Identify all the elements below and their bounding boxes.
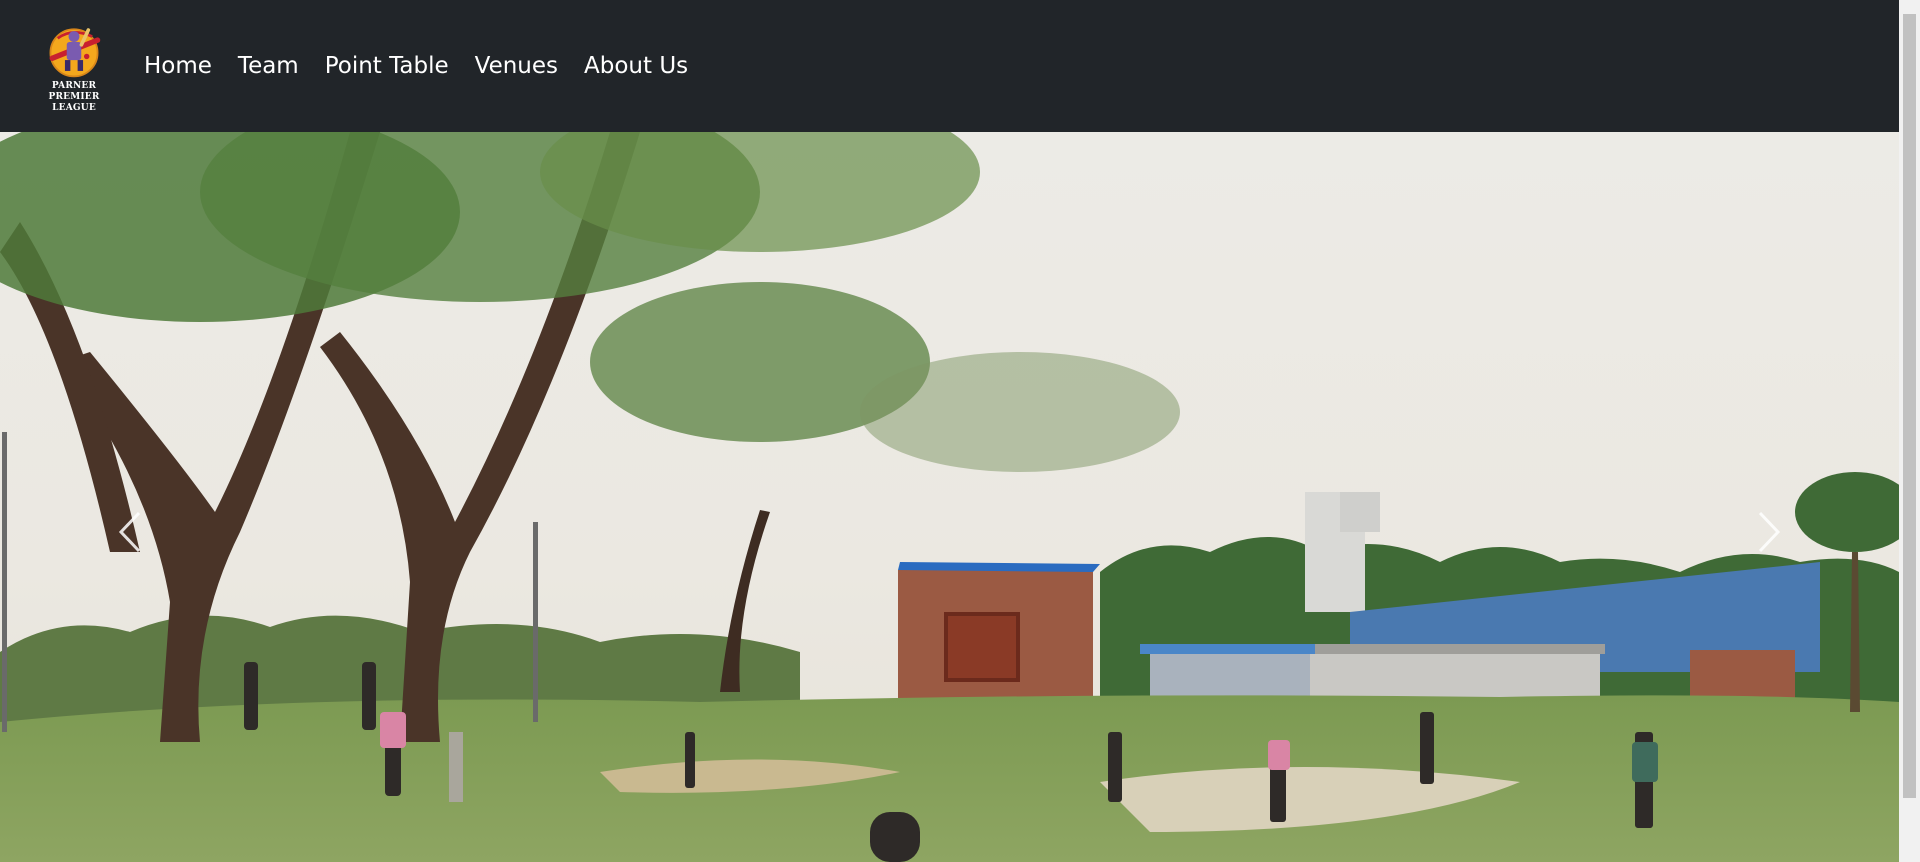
scrollbar-thumb[interactable] (1903, 14, 1916, 798)
nav-links: Home Team Point Table Venues About Us (131, 0, 701, 132)
brand-name-line1: PARNER PREMIER (48, 81, 100, 102)
nav-link-home[interactable]: Home (131, 53, 225, 79)
cricket-batsman-logo-icon (49, 28, 101, 78)
carousel-prev-button[interactable] (0, 382, 260, 682)
page: PARNER PREMIER LEAGUE Home Team Point Ta… (0, 0, 1920, 862)
hero-carousel (0, 132, 1899, 862)
carousel-next-button[interactable] (1639, 382, 1899, 682)
children-playing-cricket-photo (0, 132, 1899, 862)
nav-link-about-us[interactable]: About Us (571, 53, 701, 79)
nav-link-point-table[interactable]: Point Table (312, 53, 462, 79)
nav-link-venues[interactable]: Venues (462, 53, 571, 79)
brand-name-line2: LEAGUE (52, 103, 96, 113)
nav-link-team[interactable]: Team (225, 53, 312, 79)
chevron-right-icon (1758, 511, 1781, 553)
navbar: PARNER PREMIER LEAGUE Home Team Point Ta… (0, 0, 1899, 132)
brand-name: PARNER PREMIER LEAGUE (26, 81, 122, 114)
brand-logo-link[interactable]: PARNER PREMIER LEAGUE (26, 22, 122, 114)
chevron-left-icon (118, 511, 141, 553)
page-scrollbar[interactable] (1899, 0, 1920, 862)
